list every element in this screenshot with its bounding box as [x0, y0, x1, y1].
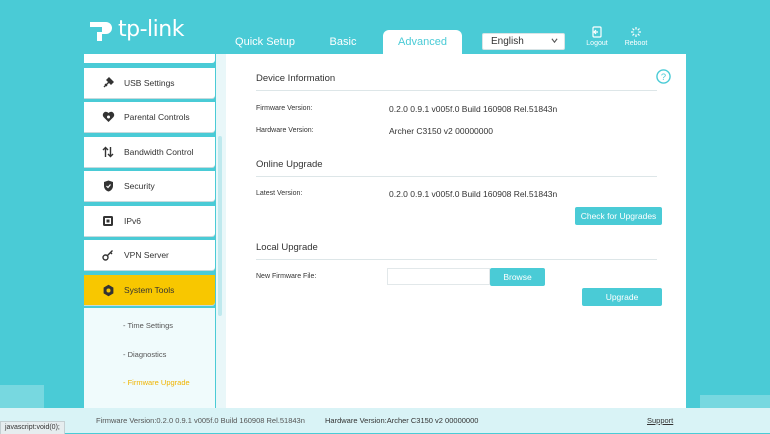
latest-version-label: Latest Version: [256, 190, 303, 197]
chevron-down-icon [551, 38, 558, 44]
submenu-item-diagnostics[interactable]: - Diagnostics [123, 350, 166, 359]
sidebar-item-label: VPN Server [124, 250, 169, 260]
sidebar-item-label: Parental Controls [124, 112, 190, 122]
divider [256, 90, 657, 91]
sidebar-item-parental-controls[interactable]: Parental Controls [84, 102, 215, 132]
new-firmware-file-label: New Firmware File: [256, 273, 317, 280]
browser-status-bar: javascript:void(0); [0, 421, 65, 434]
logout-icon [592, 26, 602, 38]
language-selected: English [491, 36, 524, 47]
help-icon[interactable]: ? [656, 69, 671, 84]
tab-quick-setup[interactable]: Quick Setup [228, 30, 302, 54]
sidebar-item-usb-settings[interactable]: USB Settings [84, 68, 215, 98]
sidebar: USB Settings Parental Controls Bandwidth… [84, 54, 216, 408]
tab-basic[interactable]: Basic [318, 30, 368, 54]
submenu-system-tools: - Time Settings - Diagnostics - Firmware… [84, 308, 215, 408]
online-upgrade-title: Online Upgrade [256, 159, 323, 170]
gear-icon [100, 282, 116, 298]
footer-firmware-version: Firmware Version:0.2.0 0.9.1 v005f.0 Bui… [96, 416, 305, 425]
sidebar-item-security[interactable]: Security [84, 171, 215, 201]
check-for-upgrades-button[interactable]: Check for Upgrades [575, 207, 662, 225]
upgrade-button[interactable]: Upgrade [582, 288, 662, 306]
sidebar-item-bandwidth-control[interactable]: Bandwidth Control [84, 137, 215, 167]
sidebar-item-label: System Tools [124, 285, 175, 295]
language-select[interactable]: English [482, 33, 565, 50]
sidebar-item-label: Security [124, 181, 155, 191]
sidebar-scrollbar-thumb[interactable] [218, 136, 222, 316]
divider [256, 259, 657, 260]
heart-icon [100, 109, 116, 125]
reboot-button[interactable]: Reboot [618, 26, 654, 47]
logo-text: tp-link [118, 16, 184, 42]
divider [256, 176, 657, 177]
hardware-version-value: Archer C3150 v2 00000000 [389, 126, 493, 136]
submenu-item-firmware-upgrade[interactable]: - Firmware Upgrade [123, 378, 190, 387]
hardware-version-label: Hardware Version: [256, 127, 314, 134]
reboot-label: Reboot [624, 40, 648, 47]
local-upgrade-title: Local Upgrade [256, 242, 318, 253]
arrows-updown-icon [100, 144, 116, 160]
reboot-icon [631, 27, 641, 37]
firmware-version-label: Firmware Version: [256, 105, 313, 112]
firmware-version-value: 0.2.0 0.9.1 v005f.0 Build 160908 Rel.518… [389, 104, 558, 114]
support-link[interactable]: Support [647, 416, 673, 425]
svg-text:?: ? [661, 72, 666, 82]
ipv6-icon [100, 213, 116, 229]
sidebar-item-label: USB Settings [124, 78, 175, 88]
tplink-logo-icon [90, 22, 112, 41]
footer-hardware-version: Hardware Version:Archer C3150 v2 0000000… [325, 416, 479, 425]
logout-label: Logout [586, 40, 608, 47]
usb-icon [100, 75, 116, 91]
sidebar-item-label: Bandwidth Control [124, 147, 194, 157]
sidebar-item-ipv6[interactable]: IPv6 [84, 206, 215, 236]
sidebar-item-label: IPv6 [124, 216, 142, 226]
sidebar-item-vpn-server[interactable]: VPN Server [84, 240, 215, 270]
submenu-item-time-settings[interactable]: - Time Settings [123, 321, 173, 330]
key-icon [100, 247, 116, 263]
shield-icon [100, 178, 116, 194]
sidebar-item-partial[interactable] [84, 54, 215, 63]
logout-button[interactable]: Logout [579, 26, 615, 47]
device-info-title: Device Information [256, 73, 336, 84]
sidebar-item-system-tools[interactable]: System Tools [84, 275, 215, 305]
firmware-file-input[interactable] [387, 268, 490, 285]
tplink-logo: tp-link [84, 14, 184, 44]
tab-advanced[interactable]: Advanced [383, 30, 462, 54]
latest-version-value: 0.2.0 0.9.1 v005f.0 Build 160908 Rel.518… [389, 189, 558, 199]
main-panel: ? Device Information Firmware Version: 0… [226, 54, 686, 408]
browse-button[interactable]: Browse [490, 268, 545, 286]
